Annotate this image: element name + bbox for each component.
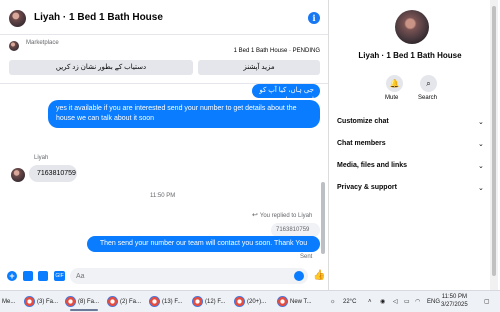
chat-header: Liyah · 1 Bed 1 Bath House i: [0, 0, 328, 35]
taskbar-item[interactable]: (13) F...: [149, 295, 182, 309]
taskbar-item[interactable]: Me...: [2, 295, 15, 309]
search-icon[interactable]: ⌕: [420, 75, 437, 92]
chat-members-section[interactable]: Chat members: [337, 140, 487, 147]
reply-icon: ↩: [252, 212, 258, 219]
taskbar-item-label: (8) Fa...: [78, 299, 100, 305]
outgoing-message[interactable]: Then send your number our team will cont…: [87, 236, 320, 252]
browser-icon: [234, 295, 245, 307]
sender-avatar[interactable]: [11, 168, 25, 182]
taskbar-item[interactable]: (2) Fa...: [107, 295, 141, 309]
customize-chat-section[interactable]: Customize chat: [337, 118, 487, 125]
clock-time: 11:50 PM: [441, 294, 467, 300]
volume-icon[interactable]: ◁: [393, 296, 398, 308]
sticker-icon[interactable]: [38, 271, 48, 281]
listing-thumbnail[interactable]: [9, 41, 19, 51]
taskbar-item-label: (12) F...: [205, 299, 226, 305]
emoji-icon[interactable]: [294, 271, 304, 281]
chevron-down-icon[interactable]: ⌄: [478, 118, 484, 126]
app-window: Liyah · 1 Bed 1 Bath House i Marketplace…: [0, 0, 500, 312]
notification-icon[interactable]: ▢: [484, 296, 490, 308]
marketplace-listing-bar: Marketplace 1 Bed 1 Bath House · PENDING…: [0, 36, 328, 84]
browser-icon: [277, 295, 288, 307]
profile-avatar[interactable]: [395, 10, 429, 44]
browser-icon: [65, 295, 76, 307]
taskbar-item[interactable]: (12) F...: [192, 295, 225, 309]
browser-icon: [107, 295, 118, 307]
reply-note: ↩ You replied to Liyah: [252, 211, 312, 219]
message-input[interactable]: [70, 268, 308, 284]
chat-pane: Liyah · 1 Bed 1 Bath House i Marketplace…: [0, 0, 328, 290]
taskbar-item-label: (13) F...: [162, 299, 183, 305]
active-indicator: [70, 309, 98, 311]
search-label: Search: [418, 95, 438, 101]
browser-icon: [149, 295, 160, 307]
quoted-message[interactable]: 7163810759: [271, 223, 320, 237]
mute-label: Mute: [385, 95, 399, 101]
contact-avatar[interactable]: [9, 10, 26, 27]
taskbar-item-label: (2) Fa...: [120, 299, 142, 305]
privacy-support-section[interactable]: Privacy & support: [337, 184, 487, 191]
chevron-down-icon[interactable]: ⌄: [478, 162, 484, 170]
more-options-button[interactable]: مزید آپشنز: [198, 60, 320, 75]
taskbar-item[interactable]: (8) Fa...: [65, 295, 99, 309]
sent-status: Sent: [300, 254, 313, 260]
message-timestamp: 11:50 PM: [150, 193, 176, 199]
temperature[interactable]: 22°C: [343, 296, 356, 308]
panel-scrollbar-thumb[interactable]: [492, 6, 496, 276]
reply-note-text: You replied to Liyah: [259, 213, 313, 219]
info-icon[interactable]: i: [308, 12, 320, 24]
media-files-section[interactable]: Media, files and links: [337, 162, 487, 169]
browser-icon: [192, 295, 203, 307]
taskbar-item-label: (20+)...: [247, 299, 267, 305]
chevron-down-icon[interactable]: ⌄: [478, 184, 484, 192]
system-clock[interactable]: 11:50 PM 3/27/2025: [441, 293, 468, 309]
image-icon[interactable]: [23, 271, 33, 281]
taskbar-item[interactable]: (20+)...: [234, 295, 266, 309]
gif-icon[interactable]: GIF: [54, 271, 65, 281]
sender-name: Liyah: [34, 155, 49, 161]
listing-status[interactable]: 1 Bed 1 Bath House · PENDING: [234, 48, 320, 54]
weather-icon[interactable]: ☼: [330, 296, 336, 308]
marketplace-label: Marketplace: [26, 40, 59, 46]
language-indicator[interactable]: ENG: [427, 296, 440, 308]
clock-date: 3/27/2025: [441, 302, 468, 308]
chevron-down-icon[interactable]: ⌄: [478, 140, 484, 148]
taskbar-item-label: New T...: [290, 299, 312, 305]
tray-app-icon[interactable]: ◉: [380, 296, 385, 308]
taskbar-item[interactable]: (3) Fa...: [24, 295, 58, 309]
outgoing-message[interactable]: جی ہاں، کیا آپ کو اب بھی دلچسپی ہے؟: [252, 84, 320, 114]
bell-icon[interactable]: 🔔: [386, 75, 403, 92]
tray-expand-icon[interactable]: ˄: [368, 296, 372, 308]
chat-scrollbar[interactable]: [321, 182, 325, 254]
panel-title: Liyah · 1 Bed 1 Bath House: [358, 51, 462, 60]
wifi-icon[interactable]: ◠: [415, 296, 420, 308]
incoming-message[interactable]: 7163810759: [29, 165, 77, 182]
taskbar-item-label: (3) Fa...: [37, 299, 59, 305]
like-icon[interactable]: 👍: [313, 270, 325, 281]
taskbar-item[interactable]: New T...: [277, 295, 312, 309]
chat-title[interactable]: Liyah · 1 Bed 1 Bath House: [34, 12, 163, 23]
plus-icon[interactable]: +: [7, 271, 17, 281]
mark-available-button[interactable]: دستیاب کے بطور نشان زد کریں: [9, 60, 193, 75]
browser-icon: [24, 295, 35, 307]
panel-scrollbar[interactable]: [490, 0, 498, 290]
outgoing-message[interactable]: yes it available if you are interested s…: [48, 100, 320, 128]
battery-icon[interactable]: ▭: [404, 296, 410, 308]
